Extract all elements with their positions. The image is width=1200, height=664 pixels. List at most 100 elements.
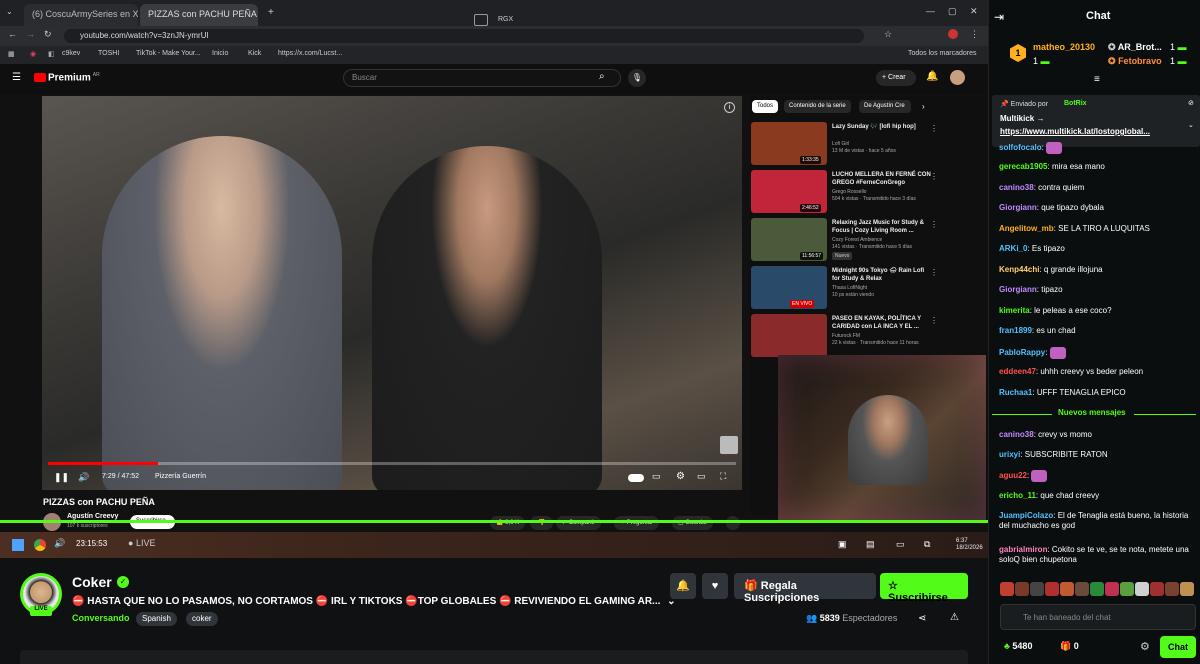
video-menu-icon[interactable]: ⋮	[930, 172, 938, 181]
collapse-chat-icon[interactable]: ⇥	[994, 10, 1004, 24]
chat-username[interactable]: JuampiColazo	[999, 511, 1053, 520]
sidebar-video-title[interactable]: Midnight 90s Tokyo 🌧 Rain Lofi for Study…	[832, 267, 932, 283]
tray-icon[interactable]: ▣	[838, 539, 847, 550]
tag-coker[interactable]: coker	[186, 612, 218, 626]
gift-subs-button[interactable]: 🎁 Regala Suscripciones	[734, 573, 876, 604]
sidebar-video-channel[interactable]: Grego Rossello	[832, 189, 942, 195]
emote-icon[interactable]	[1045, 582, 1059, 596]
sidebar-video-thumbnail[interactable]	[751, 266, 827, 309]
chat-username[interactable]: Giorgiann	[999, 285, 1037, 294]
autoplay-toggle[interactable]	[628, 474, 644, 482]
search-icon[interactable]: ⌕	[599, 71, 605, 82]
video-chapter[interactable]: Pizzería Guerrín	[155, 473, 206, 480]
chevron-down-icon[interactable]: ⌄	[1188, 121, 1194, 129]
emote-icon[interactable]	[1150, 582, 1164, 596]
chat-username[interactable]: kimerita	[999, 306, 1030, 315]
chat-settings-gear-icon[interactable]: ⚙	[1140, 640, 1150, 653]
settings-gear-icon[interactable]: ⚙	[676, 471, 685, 482]
bookmark-item[interactable]: https://x.com/Lucst...	[278, 50, 342, 57]
chat-username[interactable]: PabloRappy	[999, 348, 1045, 357]
chat-username[interactable]: ARKi_0	[999, 244, 1027, 253]
sidebar-video-channel[interactable]: Thasa LofiNight	[832, 285, 942, 291]
youtube-search-input[interactable]: Buscar	[343, 69, 621, 87]
chat-username[interactable]: Giorgiann	[999, 203, 1037, 212]
emote-icon[interactable]	[1180, 582, 1194, 596]
pause-icon[interactable]: ❚❚	[54, 472, 69, 483]
reload-icon[interactable]: ↻	[44, 29, 52, 40]
chat-username[interactable]: gerecab1905	[999, 162, 1047, 171]
window-maximize-icon[interactable]: ▢	[948, 6, 957, 17]
chat-username[interactable]: fran1899	[999, 326, 1032, 335]
sidebar-video-title[interactable]: PASEO EN KAYAK, POLÍTICA Y CARIDAD con L…	[832, 315, 932, 331]
like-button[interactable]: 👍 8,6 K	[490, 516, 526, 530]
more-actions-button[interactable]: ⋯	[726, 516, 740, 530]
channel-name[interactable]: Coker	[72, 574, 112, 590]
all-bookmarks[interactable]: Todos los marcadores	[908, 50, 976, 57]
subscribe-button[interactable]: ☆ Suscribirse	[880, 573, 968, 604]
volume-icon[interactable]: 🔊	[78, 472, 89, 483]
bookmark-star-icon[interactable]: ☆	[884, 29, 892, 40]
ask-button[interactable]: ✦ Preguntar	[614, 516, 660, 530]
video-menu-icon[interactable]: ⋮	[930, 220, 938, 229]
leader-user[interactable]: ✪ AR_Brot...	[1108, 42, 1162, 53]
chat-username[interactable]: aguu22	[999, 471, 1027, 480]
mic-icon[interactable]: 🎙	[628, 69, 646, 87]
bookmark-item[interactable]: Inicio	[212, 50, 228, 57]
chat-username[interactable]: canino38	[999, 183, 1034, 192]
tab-search-icon[interactable]: ⌄	[6, 7, 13, 16]
gift-counter[interactable]: 🎁 0	[1060, 641, 1079, 652]
bookmark-item[interactable]: TOSHI	[98, 50, 119, 57]
chip-channel[interactable]: De Agustín Cre	[859, 100, 911, 113]
dislike-button[interactable]: 👎	[530, 516, 554, 530]
apps-icon[interactable]: ▦	[8, 50, 15, 58]
captions-icon[interactable]: ▭	[652, 471, 661, 482]
follow-heart-button[interactable]: ♥	[702, 573, 728, 599]
tray-icon[interactable]: ▤	[866, 539, 875, 550]
emote-icon[interactable]	[1015, 582, 1029, 596]
fullscreen-icon[interactable]: ⛶	[720, 471, 726, 482]
youtube-video[interactable]	[42, 96, 742, 490]
expand-leaderboard-icon[interactable]: ≡	[1094, 74, 1100, 85]
emote-icon[interactable]	[1105, 582, 1119, 596]
emote-icon[interactable]	[1120, 582, 1134, 596]
chat-username[interactable]: Angelitow_mb	[999, 224, 1054, 233]
stream-category[interactable]: Conversando	[72, 613, 130, 623]
windows-start-icon[interactable]	[12, 539, 24, 551]
chat-username[interactable]: Kenp44chi	[999, 265, 1039, 274]
emote-icon[interactable]	[1000, 582, 1014, 596]
chat-input[interactable]: Te han baneado del chat	[1000, 604, 1196, 630]
report-icon[interactable]: ⚠	[950, 612, 959, 623]
speaker-icon[interactable]: 🔊	[54, 538, 65, 549]
forward-icon[interactable]: →	[26, 29, 35, 39]
channel-points[interactable]: ♣ 5480	[1004, 641, 1032, 651]
pinned-link[interactable]: https://www.multikick.lat/lostopglobal..…	[1000, 127, 1150, 136]
emote-icon[interactable]	[1090, 582, 1104, 596]
emote-icon[interactable]	[1135, 582, 1149, 596]
menu-icon[interactable]: ☰	[12, 72, 21, 83]
sidebar-video-channel[interactable]: Lofi Girl	[832, 141, 942, 147]
url-field[interactable]: youtube.com/watch?v=3znJN-ymrUI	[64, 29, 864, 43]
window-close-icon[interactable]: ✕	[970, 6, 978, 17]
chip-series[interactable]: Contenido de la serie	[784, 100, 851, 113]
browser-tab-x[interactable]: (6) CoscuArmySeries en X: "ZEN…	[24, 4, 138, 26]
chip-next-icon[interactable]: ›	[922, 102, 925, 111]
theater-icon[interactable]: ▭	[697, 471, 706, 482]
unpin-icon[interactable]: ⊘	[1188, 99, 1194, 107]
youtube-logo[interactable]: Premium AR	[34, 72, 100, 83]
profile-icon[interactable]	[948, 29, 958, 39]
chip-all[interactable]: Todos	[752, 100, 779, 113]
share-icon[interactable]: ⋖	[918, 613, 926, 624]
emote-icon[interactable]	[1165, 582, 1179, 596]
create-button[interactable]: + Crear	[876, 70, 916, 86]
tray-icon[interactable]: ⧉	[924, 539, 930, 550]
chat-username[interactable]: eddeen47	[999, 367, 1036, 376]
leader-user[interactable]: ✪ Fetobravo	[1108, 56, 1162, 67]
sidebar-video-channel[interactable]: Cozy Forest Ambience	[832, 237, 942, 243]
emote-icon[interactable]	[1060, 582, 1074, 596]
chat-username[interactable]: Ruchaa1	[999, 388, 1032, 397]
notifications-bell-button[interactable]: 🔔	[670, 573, 696, 599]
chat-send-button[interactable]: Chat	[1160, 636, 1196, 658]
video-menu-icon[interactable]: ⋮	[930, 268, 938, 277]
bookmark-item[interactable]: c9kev	[62, 50, 80, 57]
back-icon[interactable]: ←	[8, 29, 17, 39]
